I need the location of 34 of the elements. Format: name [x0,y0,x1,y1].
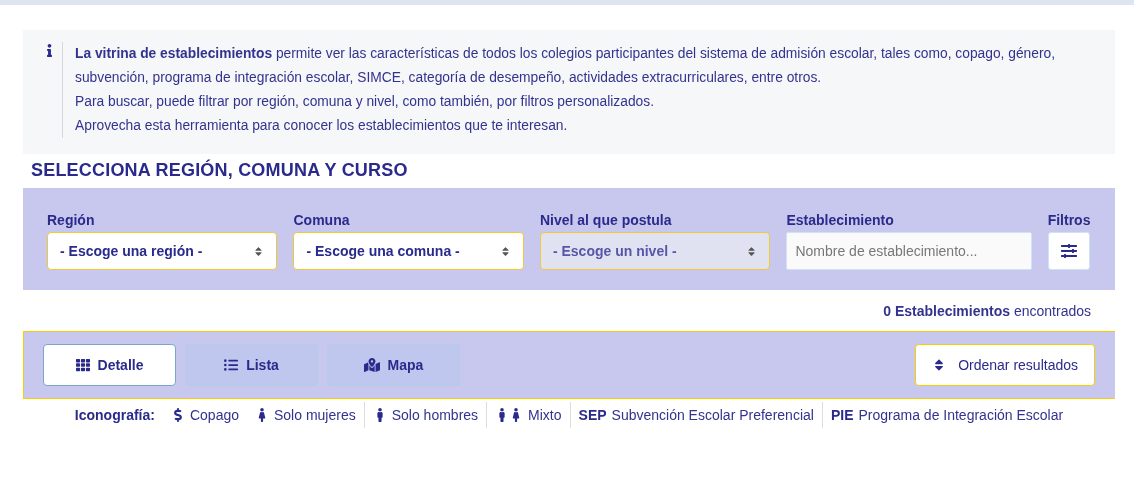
info-text: Para buscar, puede filtrar por región, comuna y nivel, como también, por filtros personalizados. [75,93,655,111]
sort-button[interactable]: Ordenar resultados [915,344,1095,386]
select-field[interactable]: - Escoge una región - [47,232,278,270]
field-label: Comuna [293,212,351,228]
legend-abbreviation: SEP [578,407,607,423]
sort-icon [746,245,758,257]
sort-icon [253,245,265,257]
sort-icon [499,245,511,257]
legend-label: Subvención Escolar Preferencial [611,407,814,423]
section-heading: SELECCIONA REGIÓN, COMUNA Y CURSO [30,158,409,182]
list-icon [224,358,239,372]
select-field[interactable]: - Escoge una comuna - [293,232,524,270]
field-label: Establecimiento [786,212,895,228]
sliders-icon [1060,243,1077,259]
view-tab[interactable]: Detalle [43,344,176,386]
legend-label: Solo hombres [391,407,479,423]
view-tab[interactable]: Lista [185,344,318,386]
grid-icon [75,358,90,372]
field-label: Nivel al que postula [539,212,673,228]
map-icon [363,357,380,373]
search-field[interactable]: Nombre de establecimiento... [786,232,1032,270]
field-label: Filtros [1047,212,1091,228]
info-text: Aprovecha esta herramienta para conocer los establecimientos que te interesan. [75,117,569,135]
view-tab[interactable]: Mapa [327,344,460,386]
legend-label: Programa de Integración Escolar [858,407,1064,423]
field-label: Región [47,212,96,228]
legend-label: Mixto [528,407,562,423]
legend-label: Solo mujeres [274,407,356,423]
result-count: 0 Establecimientos encontrados [883,303,1091,319]
legend-label: Copago [189,407,239,423]
info-text: La vitrina de establecimientos permite ver las características de todos los colegios participantes del sistema de admisión escolar, tales como, copago, género, subvención, programa de integración escolar, SIMCE, categoría de desempeño, actividades extracurriculares, entre otros. [75,45,1057,87]
legend-abbreviation: PIE [830,407,854,423]
filters-button[interactable] [1047,232,1090,270]
legend-title: Iconografía: [74,407,155,423]
